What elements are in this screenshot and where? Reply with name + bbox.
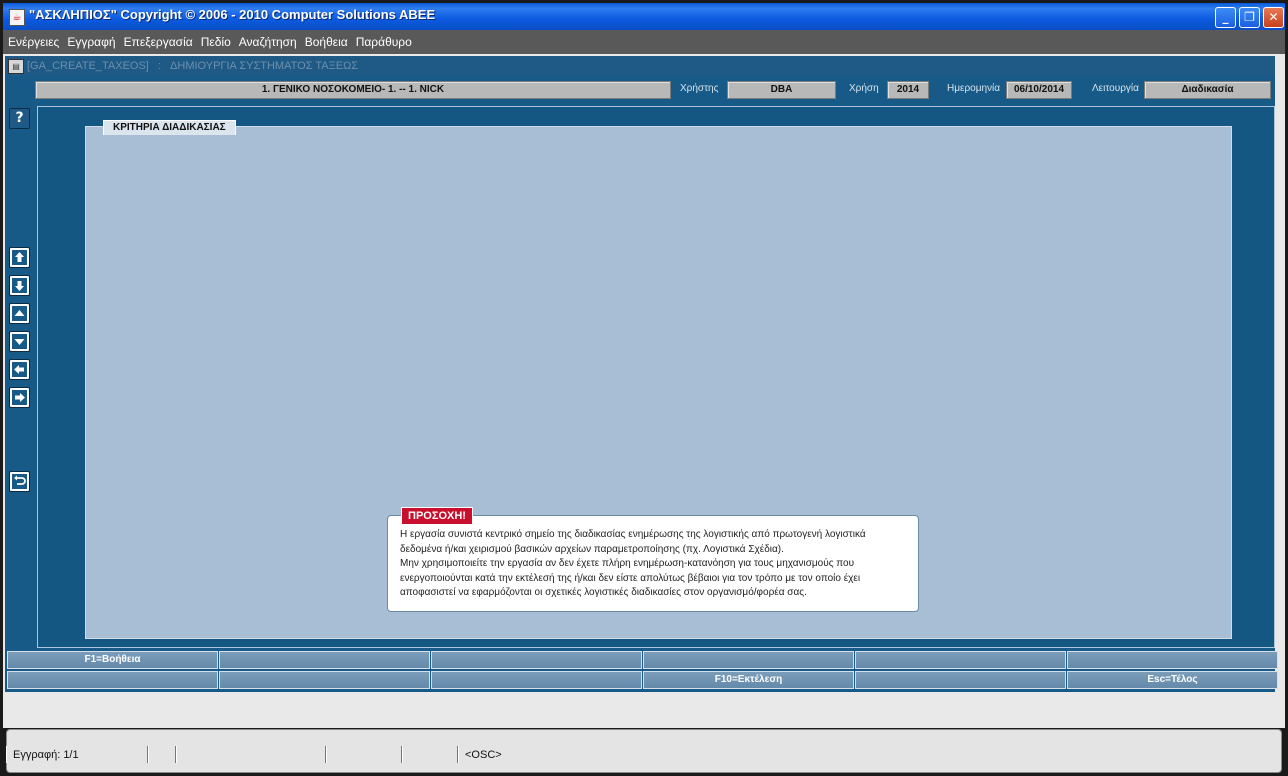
next-record-button[interactable]	[9, 331, 30, 352]
year-label: Χρήση	[849, 83, 879, 94]
user-field: DBA	[727, 81, 836, 99]
menu-bar: Ενέργειες Εγγραφή Επεξεργασία Πεδίο Αναζήτησ…	[3, 30, 1285, 54]
window-title: "ΑΣΚΛΗΠΙΟΣ" Copyright © 2006 - 2010 Comp…	[29, 7, 436, 22]
close-button[interactable]: ✕	[1263, 7, 1284, 28]
menu-actions[interactable]: Ενέργειες	[5, 30, 62, 54]
help-icon: ?	[10, 109, 29, 128]
form-title-separator: :	[157, 60, 161, 72]
form-icon: ▤	[8, 59, 24, 74]
form-code: [GA_CREATE_TAXEOS]	[27, 60, 149, 72]
previous-record-button[interactable]	[9, 303, 30, 324]
help-button[interactable]: ?	[9, 108, 30, 129]
form-title: [GA_CREATE_TAXEOS] : ΔΗΜΙΟΥΡΓΙΑ ΣΥΣΤΗΜΑΤ…	[27, 56, 358, 76]
date-label: Ημερομηνία	[947, 83, 1001, 94]
previous-block-button[interactable]	[9, 359, 30, 380]
fkey-row2-slot-5[interactable]	[855, 671, 1066, 689]
f1-help-button[interactable]: F1=Βοήθεια	[7, 651, 218, 669]
fkey-row1-slot-2[interactable]	[219, 651, 430, 669]
record-counter: Εγγραφή: 1/1	[6, 746, 148, 763]
warning-box: ΠΡΟΣΟΧΗ! Η εργασία συνιστά κεντρικό σημε…	[387, 507, 919, 612]
menu-field[interactable]: Πεδίο	[198, 30, 234, 54]
form-name: ΔΗΜΙΟΥΡΓΙΑ ΣΥΣΤΗΜΑΤΟΣ ΤΑΞΕΩΣ	[170, 60, 359, 72]
status-cell-4	[326, 746, 402, 763]
menu-help[interactable]: Βοήθεια	[302, 30, 351, 54]
form-titlebar[interactable]: ▤ [GA_CREATE_TAXEOS] : ΔΗΜΙΟΥΡΓΙΑ ΣΥΣΤΗΜ…	[5, 56, 1275, 76]
warning-text: Η εργασία συνιστά κεντρικό σημείο της δι…	[400, 529, 866, 598]
next-block-button[interactable]	[9, 387, 30, 408]
fkey-row1-slot-4[interactable]	[643, 651, 854, 669]
status-mode: <OSC>	[458, 746, 1266, 763]
criteria-tab: ΚΡΙΤΗΡΙΑ ΔΙΑΔΙΚΑΣΙΑΣ	[103, 120, 236, 135]
esc-exit-button[interactable]: Esc=Τέλος	[1067, 671, 1278, 689]
arrow-up-icon	[12, 250, 27, 265]
date-field: 06/10/2014	[1006, 81, 1072, 99]
triangle-down-icon	[12, 334, 27, 349]
undo-icon	[12, 474, 27, 489]
menu-edit[interactable]: Επεξεργασία	[121, 30, 196, 54]
function-key-row-1: F1=Βοήθεια	[7, 651, 1278, 669]
status-cell-5	[402, 746, 458, 763]
triangle-up-icon	[12, 306, 27, 321]
function-label: Λειτουργία	[1092, 83, 1139, 94]
function-field: Διαδικασία	[1144, 81, 1271, 99]
organization-field: 1. ΓΕΝΙΚΟ ΝΟΣΟΚΟΜΕΙΟ- 1. -- 1. NICK	[35, 81, 671, 99]
arrow-right-icon	[12, 390, 27, 405]
fkey-row2-slot-1[interactable]	[7, 671, 218, 689]
function-key-row-2: F10=Εκτέλεση Esc=Τέλος	[7, 671, 1278, 689]
fkey-row1-slot-6[interactable]	[1067, 651, 1278, 669]
fkey-row1-slot-3[interactable]	[431, 651, 642, 669]
warning-badge: ΠΡΟΣΟΧΗ!	[401, 507, 473, 525]
java-app-icon: ☕	[9, 9, 25, 26]
menu-record[interactable]: Εγγραφή	[64, 30, 118, 54]
menu-window[interactable]: Παράθυρο	[353, 30, 415, 54]
f10-execute-button[interactable]: F10=Εκτέλεση	[643, 671, 854, 689]
arrow-left-icon	[12, 362, 27, 377]
status-cell-3	[176, 746, 326, 763]
fkey-row2-slot-2[interactable]	[219, 671, 430, 689]
restore-button[interactable]: ❐	[1239, 7, 1260, 28]
first-record-button[interactable]	[9, 247, 30, 268]
fkey-row2-slot-3[interactable]	[431, 671, 642, 689]
status-cell-2	[148, 746, 176, 763]
status-strip: Εγγραφή: 1/1 <OSC>	[6, 746, 1276, 764]
minimize-button[interactable]: _	[1215, 7, 1236, 28]
menu-search[interactable]: Αναζήτηση	[236, 30, 300, 54]
year-field: 2014	[887, 81, 929, 99]
fkey-row1-slot-5[interactable]	[855, 651, 1066, 669]
arrow-down-icon	[12, 278, 27, 293]
user-label: Χρήστης	[680, 83, 719, 94]
form-window: ▤ [GA_CREATE_TAXEOS] : ΔΗΜΙΟΥΡΓΙΑ ΣΥΣΤΗΜ…	[5, 56, 1278, 692]
last-record-button[interactable]	[9, 275, 30, 296]
undo-button[interactable]	[9, 471, 30, 492]
window-titlebar[interactable]: ☕ "ΑΣΚΛΗΠΙΟΣ" Copyright © 2006 - 2010 Co…	[3, 3, 1285, 30]
